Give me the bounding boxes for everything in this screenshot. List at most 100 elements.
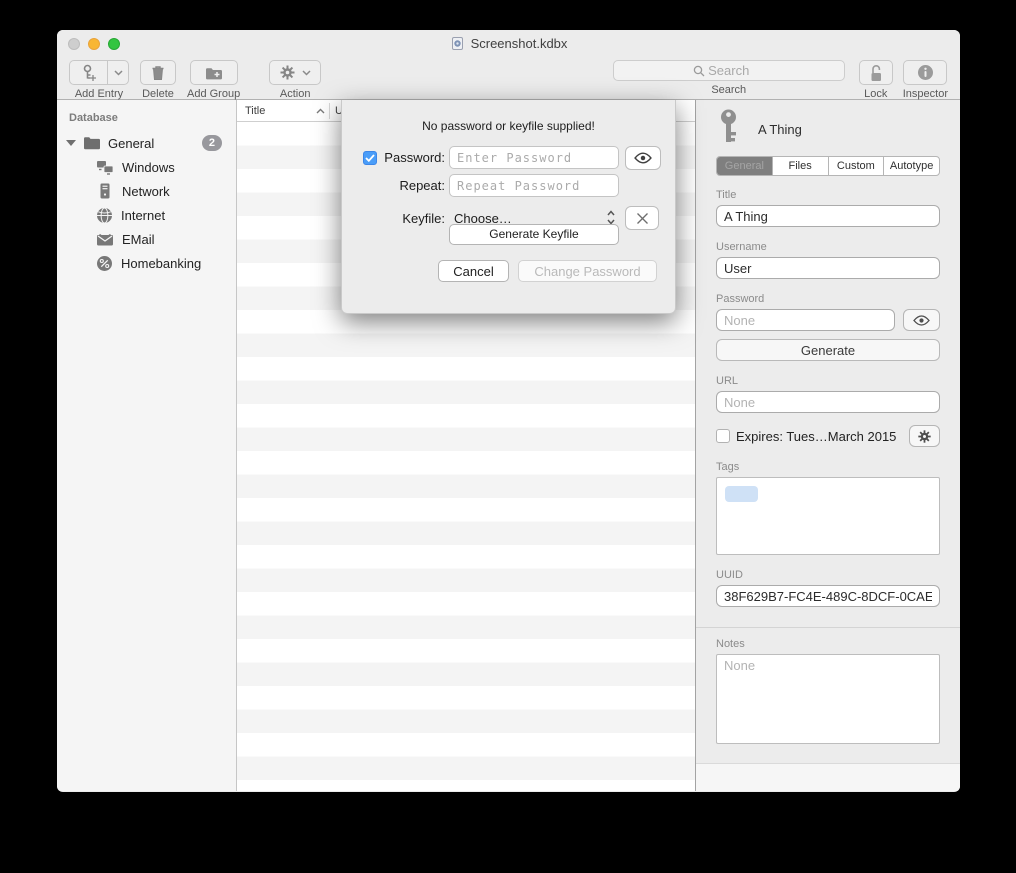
titlebar: Screenshot.kdbx — [57, 30, 960, 57]
gear-icon — [279, 64, 296, 81]
tab-general[interactable]: General — [717, 157, 773, 175]
sheet-password-label: Password: — [378, 150, 445, 165]
group-label: General — [108, 136, 154, 151]
tab-files[interactable]: Files — [773, 157, 829, 175]
generate-password-button[interactable]: Generate — [716, 339, 940, 361]
action-button[interactable] — [269, 60, 321, 85]
search-label: Search — [711, 84, 746, 96]
password-field[interactable] — [716, 309, 895, 331]
trash-icon — [149, 64, 167, 82]
add-entry-label: Add Entry — [75, 88, 123, 100]
expires-options-button[interactable] — [909, 425, 940, 447]
tag-token[interactable] — [725, 486, 758, 502]
sidebar-item-general[interactable]: General 2 — [57, 131, 236, 155]
add-group-label: Add Group — [187, 88, 240, 100]
add-entry-dropdown[interactable] — [107, 60, 129, 85]
sheet-keyfile-label: Keyfile: — [342, 211, 445, 226]
action-label: Action — [280, 88, 311, 100]
notes-label: Notes — [716, 638, 940, 650]
sidebar-item-windows[interactable]: Windows — [57, 155, 236, 179]
zoom-button[interactable] — [108, 38, 120, 50]
window-title: Screenshot.kdbx — [471, 36, 568, 51]
sheet-repeat-input[interactable] — [449, 174, 619, 197]
search-field — [613, 60, 845, 81]
percent-icon — [96, 255, 113, 272]
password-label: Password — [716, 293, 940, 305]
entry-title: A Thing — [758, 122, 802, 137]
sidebar-item-email[interactable]: EMail — [57, 227, 236, 251]
eye-icon — [634, 152, 652, 164]
globe-icon — [96, 207, 113, 224]
sheet-repeat-label: Repeat: — [342, 178, 445, 193]
lock-label: Lock — [864, 88, 887, 100]
desktop-background: Screenshot.kdbx — [0, 0, 1016, 873]
search-icon — [693, 65, 705, 77]
key-plus-icon — [79, 64, 99, 82]
tab-custom[interactable]: Custom — [829, 157, 885, 175]
app-window: Screenshot.kdbx — [57, 30, 960, 792]
password-checkbox[interactable] — [363, 151, 377, 165]
disclosure-triangle-icon[interactable] — [66, 140, 76, 146]
group-label: Network — [122, 184, 170, 199]
inspector-footer — [696, 763, 960, 791]
inspector-panel: A Thing General Files Custom Autotype Ti… — [695, 100, 960, 791]
notes-field[interactable] — [716, 654, 940, 744]
inspector-button[interactable] — [903, 60, 947, 85]
tab-autotype[interactable]: Autotype — [884, 157, 939, 175]
toolbar: Add Entry Delete — [57, 57, 960, 100]
delete-button[interactable] — [140, 60, 176, 85]
sidebar-header: Database — [57, 108, 236, 131]
title-field[interactable] — [716, 205, 940, 227]
sheet-reveal-password-button[interactable] — [625, 146, 661, 170]
reveal-password-button[interactable] — [903, 309, 940, 331]
delete-label: Delete — [142, 88, 174, 100]
sheet-message: No password or keyfile supplied! — [342, 119, 675, 133]
minimize-button[interactable] — [88, 38, 100, 50]
key-icon — [716, 109, 741, 149]
traffic-lights — [68, 38, 120, 50]
cancel-button[interactable]: Cancel — [438, 260, 509, 282]
server-icon — [96, 183, 114, 199]
username-field[interactable] — [716, 257, 940, 279]
clear-keyfile-button[interactable] — [625, 206, 659, 230]
sidebar-item-homebanking[interactable]: Homebanking — [57, 251, 236, 275]
add-entry-button[interactable] — [69, 60, 107, 85]
uuid-field[interactable] — [716, 585, 940, 607]
add-group-button[interactable] — [190, 60, 238, 85]
sidebar: Database General 2 Wi — [57, 100, 237, 791]
expires-row: Expires: Tues…March 2015 — [716, 425, 940, 447]
inspector-header: A Thing — [696, 100, 960, 150]
group-label: Internet — [121, 208, 165, 223]
sheet-password-input[interactable] — [449, 146, 619, 169]
entry-count-badge: 2 — [202, 135, 222, 151]
inspector-tabs: General Files Custom Autotype — [716, 156, 940, 176]
chevron-down-icon — [302, 70, 311, 76]
sidebar-item-network[interactable]: Network — [57, 179, 236, 203]
lock-button[interactable] — [859, 60, 893, 85]
sidebar-item-internet[interactable]: Internet — [57, 203, 236, 227]
document-icon — [450, 36, 465, 51]
folder-icon — [83, 136, 101, 150]
change-password-button: Change Password — [518, 260, 657, 282]
tags-label: Tags — [716, 461, 940, 473]
column-title-label: Title — [245, 105, 265, 117]
generate-keyfile-button[interactable]: Generate Keyfile — [449, 224, 619, 245]
envelope-icon — [96, 232, 114, 246]
url-field[interactable] — [716, 391, 940, 413]
folder-plus-icon — [204, 65, 224, 81]
window-title-area: Screenshot.kdbx — [450, 36, 568, 51]
eye-icon — [913, 315, 930, 326]
username-label: Username — [716, 241, 940, 253]
inspector-label: Inspector — [903, 88, 948, 100]
close-x-icon — [636, 212, 649, 225]
expires-label: Expires: Tues…March 2015 — [736, 429, 896, 444]
unlocked-padlock-icon — [868, 64, 884, 82]
group-label: Windows — [122, 160, 175, 175]
change-password-sheet: No password or keyfile supplied! Passwor… — [341, 100, 676, 314]
chevron-down-icon — [114, 70, 123, 76]
close-button — [68, 38, 80, 50]
column-header-title[interactable]: Title — [237, 105, 329, 117]
tags-field[interactable] — [716, 477, 940, 555]
search-input[interactable] — [614, 61, 844, 80]
expires-checkbox[interactable] — [716, 429, 730, 443]
